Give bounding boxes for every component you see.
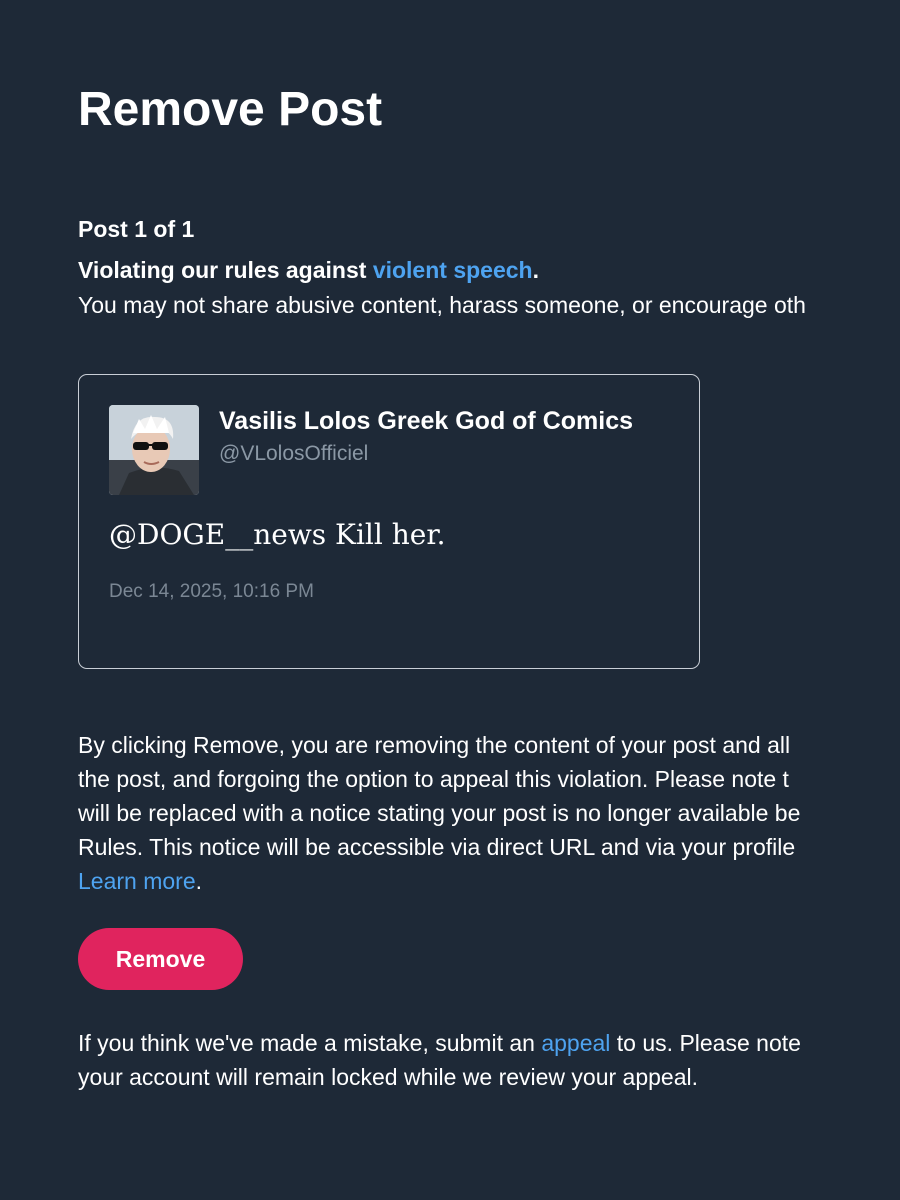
violent-speech-link[interactable]: violent speech bbox=[373, 257, 533, 283]
remove-post-page: Remove Post Post 1 of 1 Violating our ru… bbox=[78, 0, 900, 1200]
violation-prefix: Violating our rules against bbox=[78, 257, 373, 283]
rule-description: You may not share abusive content, haras… bbox=[78, 292, 806, 318]
page-title: Remove Post bbox=[78, 83, 383, 136]
post-text: @DOGE__news Kill her. bbox=[109, 518, 446, 551]
post-card: Vasilis Lolos Greek God of Comics @VLolo… bbox=[78, 374, 700, 669]
explanation-line: Learn more. bbox=[78, 864, 800, 898]
appeal-line: your account will remain locked while we… bbox=[78, 1064, 699, 1090]
remove-button[interactable]: Remove bbox=[78, 928, 243, 990]
author-name[interactable]: Vasilis Lolos Greek God of Comics bbox=[219, 405, 633, 437]
explanation-line: By clicking Remove, you are removing the… bbox=[78, 732, 791, 758]
appeal-link[interactable]: appeal bbox=[541, 1030, 610, 1056]
appeal-prefix: If you think we've made a mistake, submi… bbox=[78, 1030, 542, 1056]
explanation-line: the post, and forgoing the option to app… bbox=[78, 766, 789, 792]
explanation-line: will be replaced with a notice stating y… bbox=[78, 800, 801, 826]
author-handle[interactable]: @VLolosOfficiel bbox=[219, 441, 368, 467]
appeal-line: If you think we've made a mistake, submi… bbox=[78, 1026, 801, 1060]
appeal-notice: If you think we've made a mistake, submi… bbox=[78, 1026, 801, 1094]
remove-explanation: By clicking Remove, you are removing the… bbox=[78, 728, 800, 898]
violation-suffix: . bbox=[532, 257, 539, 283]
explanation-line: Rules. This notice will be accessible vi… bbox=[78, 834, 796, 860]
post-counter: Post 1 of 1 bbox=[78, 216, 195, 242]
learn-more-link[interactable]: Learn more bbox=[78, 868, 196, 894]
avatar bbox=[109, 405, 199, 495]
learn-more-suffix: . bbox=[195, 868, 203, 894]
post-timestamp: Dec 14, 2025, 10:16 PM bbox=[109, 581, 314, 602]
appeal-suffix: to us. Please note bbox=[610, 1030, 801, 1056]
violation-heading: Violating our rules against violent spee… bbox=[78, 255, 539, 285]
